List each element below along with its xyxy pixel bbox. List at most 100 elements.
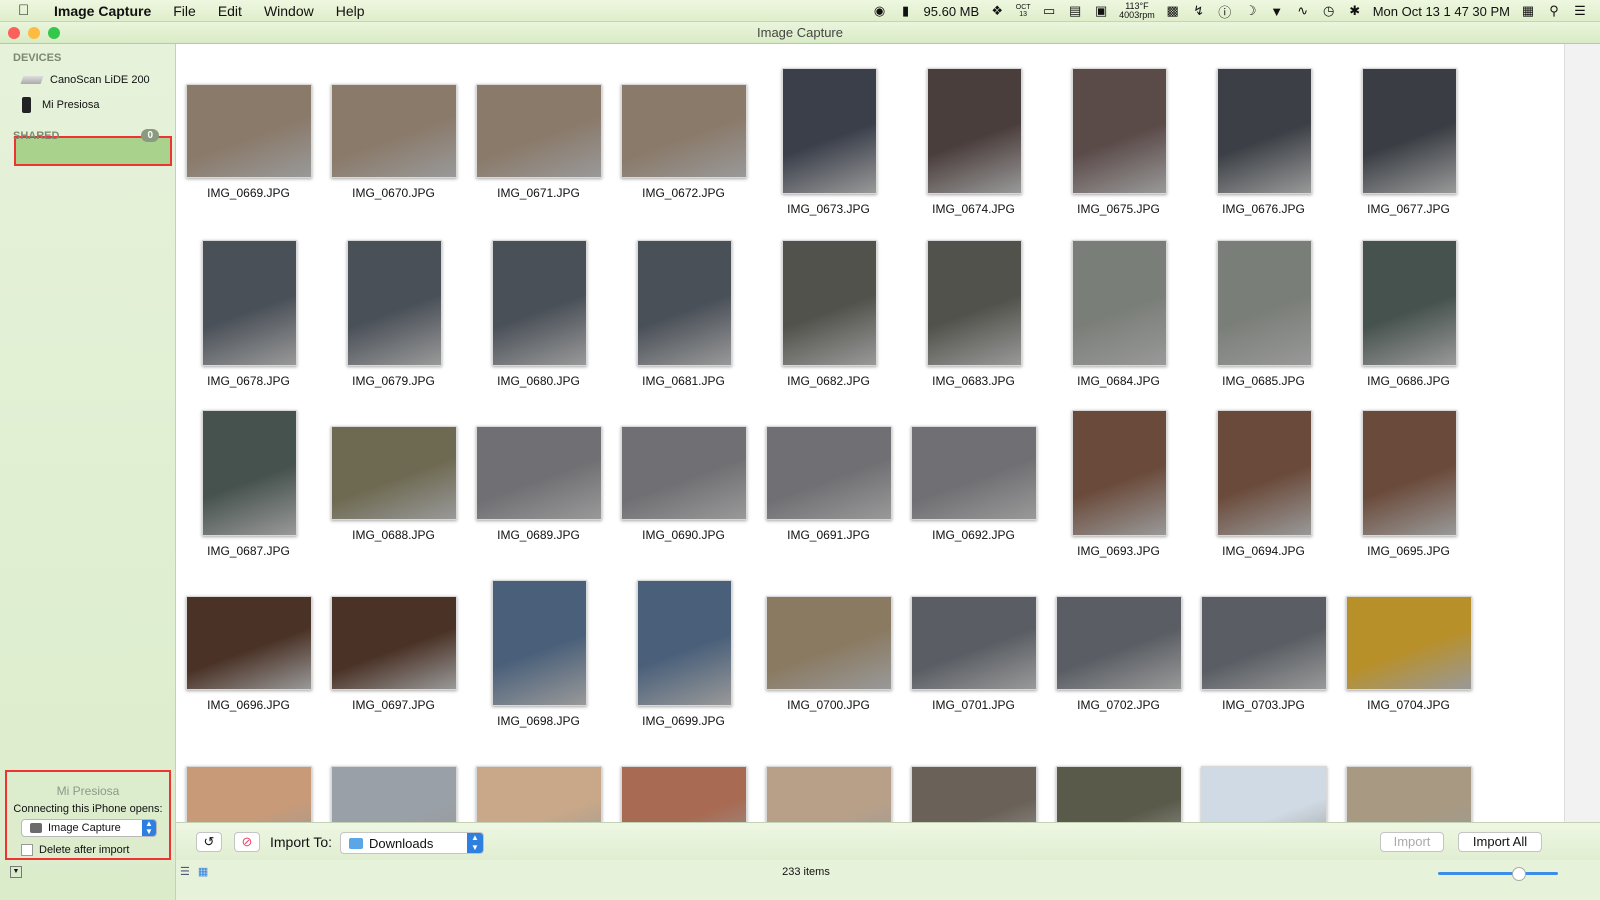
photo-thumbnail[interactable] — [1216, 68, 1312, 194]
delete-after-import-checkbox[interactable]: Delete after import — [21, 844, 129, 856]
photo-thumbnail[interactable] — [476, 426, 602, 520]
battery-icon[interactable]: ▭ — [1041, 3, 1057, 18]
photo-thumbnail[interactable] — [491, 580, 587, 706]
minimize-button[interactable] — [28, 27, 40, 39]
calendar-icon[interactable]: OCT 13 — [1015, 4, 1031, 18]
photo-thumbnail[interactable] — [926, 68, 1022, 194]
calendar-day: 13 — [1019, 11, 1028, 18]
photo-thumbnail[interactable] — [1346, 596, 1472, 690]
spotlight-search-icon[interactable]: ⚲ — [1546, 3, 1562, 18]
dropbox-icon[interactable]: ❖ — [989, 3, 1005, 18]
photo-thumbnail[interactable] — [1216, 410, 1312, 536]
sidebar-item-canoscan[interactable]: CanoScan LiDE 200 — [20, 69, 150, 91]
window-titlebar: Image Capture — [0, 22, 1600, 44]
photo-thumbnail[interactable] — [186, 766, 312, 822]
photo-thumbnail[interactable] — [766, 426, 892, 520]
wifi-icon[interactable]: ∿ — [1295, 3, 1311, 18]
photo-thumbnail[interactable] — [201, 240, 297, 366]
photo-thumbnail[interactable] — [781, 68, 877, 194]
bolt-icon[interactable]: ↯ — [1191, 3, 1207, 18]
photo-thumbnail[interactable] — [331, 766, 457, 822]
delete-button[interactable]: ⊘ — [234, 832, 260, 852]
photo-thumbnail[interactable] — [766, 596, 892, 690]
calculator-icon[interactable]: ▦ — [1520, 3, 1536, 18]
photo-thumbnail[interactable] — [331, 596, 457, 690]
photo-thumbnail[interactable] — [491, 240, 587, 366]
photo-thumbnail[interactable] — [1346, 766, 1472, 822]
photo-thumbnail[interactable] — [636, 240, 732, 366]
photo-thumbnail[interactable] — [766, 766, 892, 822]
photo-thumbnail[interactable] — [201, 410, 297, 536]
photo-thumbnail[interactable] — [926, 240, 1022, 366]
status-bar: ☰ ▦ 233 items — [176, 860, 1600, 900]
photo-filename: IMG_0703.JPG — [1222, 698, 1305, 712]
photo-thumbnail[interactable] — [1056, 596, 1182, 690]
display-icon[interactable]: ▩ — [1165, 3, 1181, 18]
photo-thumbnail[interactable] — [186, 596, 312, 690]
photo-thumbnail[interactable] — [1361, 240, 1457, 366]
import-button[interactable]: Import — [1380, 832, 1444, 852]
menu-help[interactable]: Help — [336, 3, 365, 19]
time-machine-icon[interactable]: ◷ — [1321, 3, 1337, 18]
photo-thumbnail[interactable] — [621, 426, 747, 520]
photo-thumbnail[interactable] — [476, 84, 602, 178]
photo-thumbnail[interactable] — [911, 766, 1037, 822]
zoom-button[interactable] — [48, 27, 60, 39]
window-controls — [8, 27, 60, 39]
menu-app-name[interactable]: Image Capture — [54, 3, 151, 19]
sidebar-item-mi-presiosa[interactable]: Mi Presiosa — [22, 94, 99, 116]
photo-thumbnail[interactable] — [1216, 240, 1312, 366]
thumbnail-size-slider[interactable] — [1438, 867, 1558, 881]
photo-thumbnail[interactable] — [1361, 410, 1457, 536]
sidebar-toggle-icon[interactable]: ▼ — [10, 866, 22, 878]
photo-thumbnail[interactable] — [1201, 766, 1327, 822]
photo-thumbnail[interactable] — [1201, 596, 1327, 690]
close-button[interactable] — [8, 27, 20, 39]
photo-thumbnail[interactable] — [331, 84, 457, 178]
folder-icon — [349, 837, 363, 849]
bluetooth-icon[interactable]: ✱ — [1347, 3, 1363, 18]
menu-file[interactable]: File — [173, 3, 196, 19]
apple-menu-icon[interactable]:  — [18, 2, 40, 19]
rotate-left-button[interactable]: ↺ — [196, 832, 222, 852]
vertical-scrollbar[interactable] — [1564, 44, 1600, 822]
photo-thumbnail[interactable] — [911, 596, 1037, 690]
clock[interactable]: Mon Oct 13 1 47 30 PM — [1373, 4, 1510, 19]
photo-thumbnail[interactable] — [331, 426, 457, 520]
photo-thumbnail[interactable] — [621, 84, 747, 178]
photo-thumbnail[interactable] — [186, 84, 312, 178]
item-count: 233 items — [782, 866, 830, 878]
notification-center-icon[interactable]: ☰ — [1572, 3, 1588, 18]
phone-battery-icon[interactable]: ▮ — [898, 3, 914, 18]
photo-thumbnail[interactable] — [1071, 240, 1167, 366]
menu-window[interactable]: Window — [264, 3, 314, 19]
photo-thumbnail[interactable] — [1071, 410, 1167, 536]
photo-thumbnail[interactable] — [346, 240, 442, 366]
menu-edit[interactable]: Edit — [218, 3, 242, 19]
globe-icon[interactable]: ◉ — [872, 3, 888, 18]
photo-filename: IMG_0680.JPG — [497, 374, 580, 388]
photo-thumbnail[interactable] — [781, 240, 877, 366]
photo-thumbnail[interactable] — [911, 426, 1037, 520]
clipboard-icon[interactable]: ▤ — [1067, 3, 1083, 18]
photo-filename: IMG_0688.JPG — [352, 528, 435, 542]
slider-knob[interactable] — [1512, 867, 1526, 881]
memory-readout[interactable]: 95.60 MB — [924, 4, 980, 19]
photo-thumbnail[interactable] — [621, 766, 747, 822]
photo-thumbnail[interactable] — [476, 766, 602, 822]
sidebar-item-label: CanoScan LiDE 200 — [50, 74, 150, 86]
import-all-button[interactable]: Import All — [1458, 832, 1542, 852]
photo-thumbnail[interactable] — [1361, 68, 1457, 194]
photo-thumbnail[interactable] — [636, 580, 732, 706]
temperature-readout[interactable]: 113°F 4003rpm — [1119, 2, 1155, 20]
photo-thumbnail[interactable] — [1071, 68, 1167, 194]
import-destination-select[interactable]: Downloads ▲ ▼ — [340, 832, 484, 854]
bag-icon[interactable]: ▣ — [1093, 3, 1109, 18]
moon-icon[interactable]: ☽ — [1243, 3, 1259, 18]
connect-app-select[interactable]: Image Capture ▲ ▼ — [21, 819, 157, 837]
photo-thumbnail[interactable] — [1056, 766, 1182, 822]
sidebar-item-label: Mi Presiosa — [42, 99, 100, 111]
flashlight-icon[interactable]: ▼ — [1269, 4, 1285, 19]
info-circle-icon[interactable]: ⓘ — [1217, 4, 1233, 20]
photo-filename: IMG_0691.JPG — [787, 528, 870, 542]
